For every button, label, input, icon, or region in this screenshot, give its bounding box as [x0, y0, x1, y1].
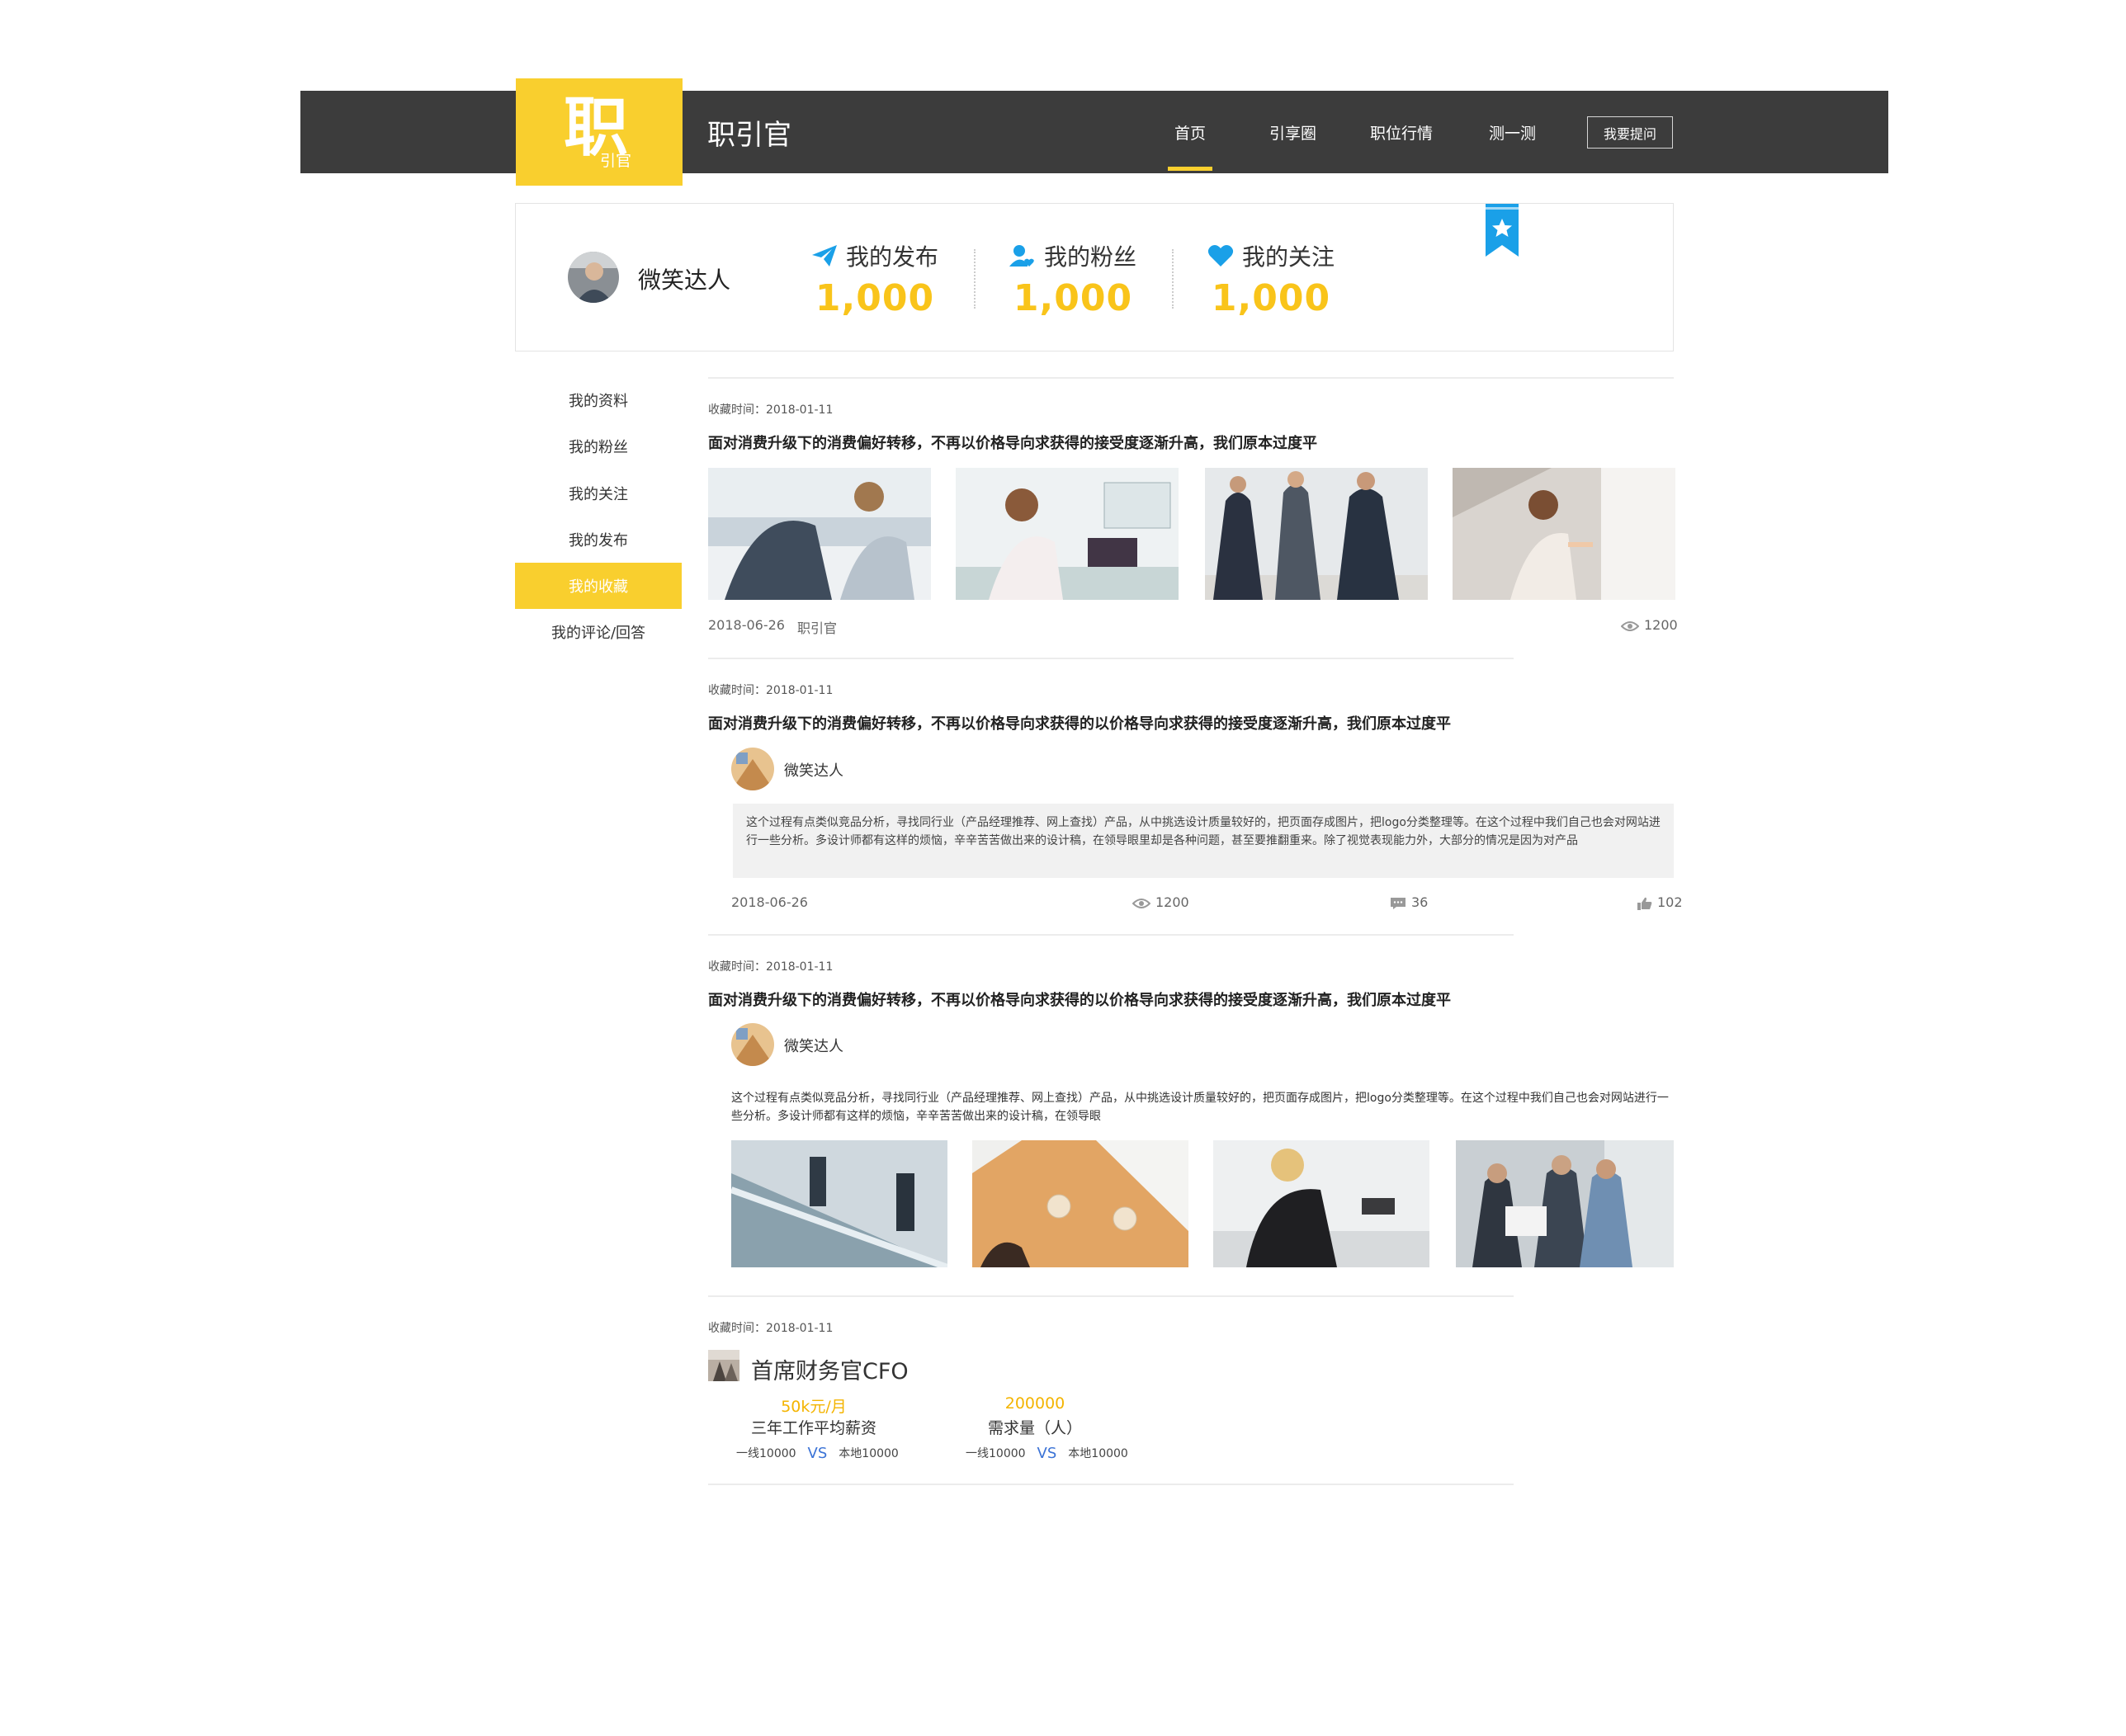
author-avatar[interactable]	[731, 748, 774, 790]
sidebar-item-my-following[interactable]: 我的关注	[515, 470, 682, 517]
author-avatar-icon	[731, 1023, 774, 1066]
author-name[interactable]: 微笑达人	[784, 759, 843, 781]
job-thumbnail[interactable]	[708, 1350, 739, 1381]
demand-comparison: 一线10000 VS 本地10000	[966, 1445, 1128, 1462]
divider	[708, 1295, 1514, 1297]
ask-question-button[interactable]: 我要提问	[1587, 116, 1673, 149]
vs-label: VS	[807, 1445, 828, 1462]
post-title[interactable]: 面对消费升级下的消费偏好转移，不再以价格导向求获得的以价格导向求获得的接受度逐渐…	[708, 712, 1451, 734]
paper-plane-icon	[811, 245, 837, 267]
profile-name: 微笑达人	[638, 267, 731, 294]
stat-posts[interactable]: 我的发布 1,000	[792, 239, 957, 319]
demand-local: 本地10000	[1068, 1447, 1128, 1460]
divider	[708, 377, 1674, 379]
answer-description: 这个过程有点类似竞品分析，寻找同行业（产品经理推荐、网上查找）产品，从中挑选设计…	[731, 1092, 1669, 1123]
sidebar-item-my-posts[interactable]: 我的发布	[515, 517, 682, 563]
comment-icon	[1391, 897, 1406, 909]
woman-at-desk-photo-image	[1213, 1140, 1429, 1267]
demand-label: 需求量（人）	[987, 1419, 1082, 1437]
nav-quiz[interactable]: 测一测	[1489, 121, 1536, 144]
sidebar-item-my-profile[interactable]: 我的资料	[515, 377, 682, 423]
nav-job-market[interactable]: 职位行情	[1370, 121, 1433, 144]
bookmark-star-icon	[1486, 204, 1519, 257]
eye-icon	[1132, 898, 1150, 908]
post-title[interactable]: 面对消费升级下的消费偏好转移，不再以价格导向求获得的以价格导向求获得的接受度逐渐…	[708, 988, 1451, 1010]
post-image[interactable]	[956, 468, 1179, 600]
comments-count: 36	[1411, 894, 1429, 910]
salary-first-tier: 一线10000	[736, 1447, 796, 1460]
desk-coffee-photo-image	[972, 1140, 1188, 1267]
salary-local: 本地10000	[839, 1447, 899, 1460]
stat-divider	[974, 249, 976, 309]
author-avatar-icon	[731, 748, 774, 790]
collected-time: 收藏时间：2018-01-11	[708, 960, 834, 974]
profile-avatar[interactable]	[568, 252, 619, 303]
vs-label: VS	[1037, 1445, 1057, 1462]
user-heart-icon	[1009, 245, 1034, 267]
demand-first-tier: 一线10000	[966, 1447, 1026, 1460]
post-image[interactable]	[1205, 468, 1428, 600]
demand-value: 200000	[1004, 1394, 1065, 1413]
views-count: 1200	[1644, 617, 1678, 633]
post-image[interactable]	[1453, 468, 1675, 600]
thumbs-up-icon	[1637, 897, 1652, 910]
divider	[708, 934, 1514, 936]
post-source[interactable]: 职引官	[797, 617, 837, 637]
salary-comparison: 一线10000 VS 本地10000	[736, 1445, 899, 1462]
post-image[interactable]	[1213, 1140, 1429, 1267]
collected-time: 收藏时间：2018-01-11	[708, 684, 834, 697]
job-photo-image	[708, 1350, 739, 1381]
office-woman-photo-image	[956, 468, 1179, 600]
likes-count: 102	[1657, 894, 1683, 910]
escalator-photo-image	[731, 1140, 947, 1267]
post-views: 1200	[1132, 894, 1189, 910]
stat-following[interactable]: 我的关注 1,000	[1188, 239, 1354, 319]
site-name: 职引官	[707, 119, 791, 152]
post-views: 1200	[1621, 617, 1678, 633]
site-logo[interactable]: 职 引官	[516, 78, 683, 186]
author-name[interactable]: 微笑达人	[784, 1035, 843, 1056]
stat-divider	[1172, 249, 1174, 309]
post-date: 2018-06-26	[731, 894, 808, 910]
job-title[interactable]: 首席财务官CFO	[751, 1353, 909, 1385]
collected-time: 收藏时间：2018-01-11	[708, 403, 834, 417]
eye-icon	[1621, 620, 1639, 631]
post-image[interactable]	[972, 1140, 1188, 1267]
stat-fans-value: 1,000	[1013, 277, 1133, 319]
user-avatar-icon	[568, 252, 619, 303]
presenter-woman-photo-image	[1453, 468, 1675, 600]
post-title[interactable]: 面对消费升级下的消费偏好转移，不再以价格导向求获得的接受度逐渐升高，我们原本过度…	[708, 432, 1317, 453]
post-date: 2018-06-26	[708, 617, 785, 633]
stat-fans-label: 我的粉丝	[1043, 243, 1136, 271]
post-comments[interactable]: 36	[1390, 894, 1428, 910]
business-team-photo-image	[1205, 468, 1428, 600]
logo-sub: 引官	[600, 152, 631, 167]
salary-label: 三年工作平均薪资	[750, 1419, 876, 1437]
author-avatar[interactable]	[731, 1023, 774, 1066]
views-count: 1200	[1155, 894, 1189, 910]
divider	[708, 1484, 1514, 1485]
post-image[interactable]	[731, 1140, 947, 1267]
businessmen-reading-photo-image	[1456, 1140, 1674, 1267]
sidebar-item-my-favorites[interactable]: 我的收藏	[515, 563, 682, 609]
post-likes[interactable]: 102	[1637, 894, 1683, 910]
divider	[708, 658, 1514, 659]
stat-following-label: 我的关注	[1241, 243, 1335, 271]
logo-mark-icon: 职 引官	[564, 93, 631, 167]
collected-time: 收藏时间：2018-01-11	[708, 1322, 834, 1335]
sidebar-item-my-comments[interactable]: 我的评论/回答	[515, 609, 682, 655]
stat-posts-value: 1,000	[815, 277, 935, 319]
nav-home[interactable]: 首页	[1167, 121, 1213, 171]
post-image[interactable]	[1456, 1140, 1674, 1267]
heart-icon	[1207, 245, 1234, 267]
post-image[interactable]	[708, 468, 931, 600]
answer-quote: 这个过程有点类似竞品分析，寻找同行业（产品经理推荐、网上查找）产品，从中挑选设计…	[733, 804, 1674, 878]
stat-fans[interactable]: 我的粉丝 1,000	[990, 239, 1155, 319]
sidebar-item-my-fans[interactable]: 我的粉丝	[515, 423, 682, 469]
nav-yinxiang-circle[interactable]: 引享圈	[1269, 121, 1316, 144]
meeting-photo-image	[708, 468, 931, 600]
stat-posts-label: 我的发布	[845, 243, 938, 271]
salary-value: 50k元/月	[781, 1398, 847, 1416]
stat-following-value: 1,000	[1211, 277, 1331, 319]
